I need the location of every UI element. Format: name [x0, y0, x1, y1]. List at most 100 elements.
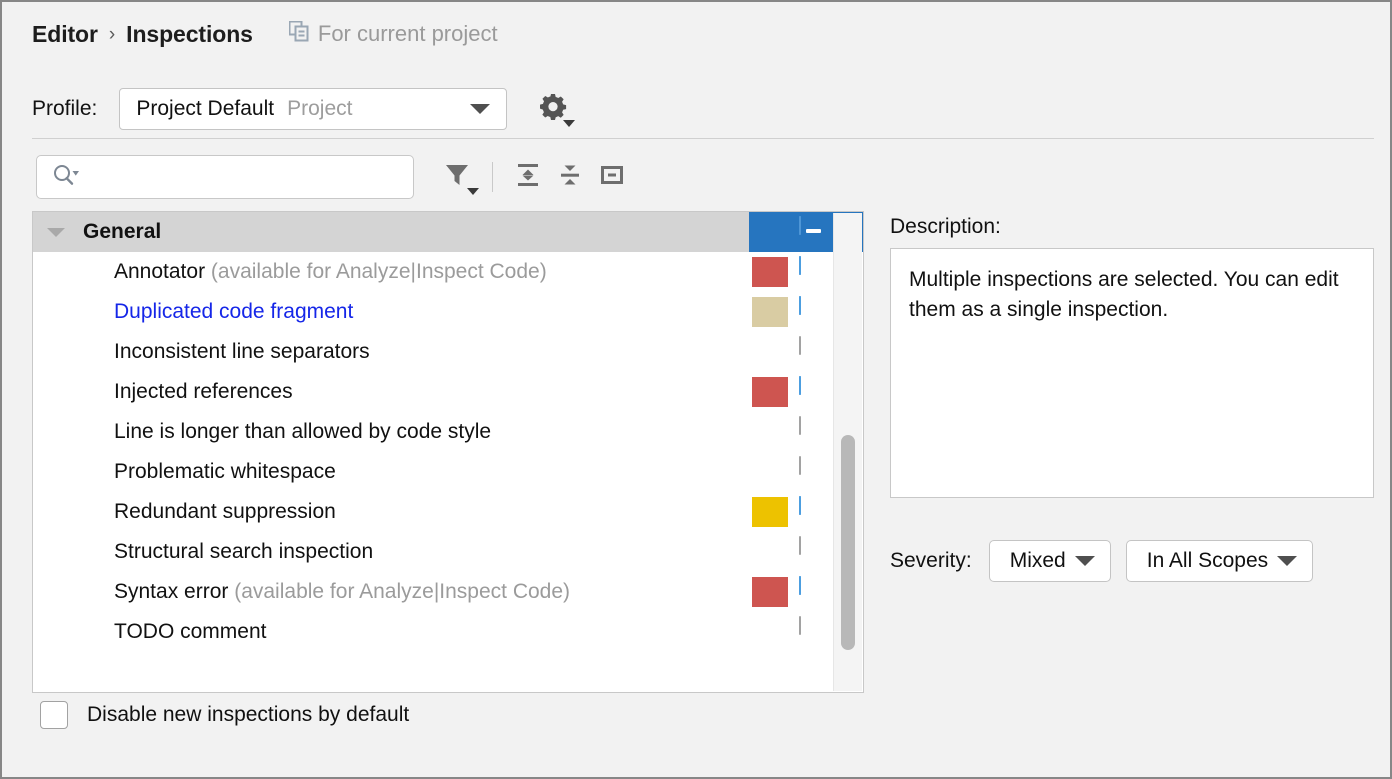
inspection-label: TODO comment — [114, 620, 266, 644]
description-text: Multiple inspections are selected. You c… — [909, 265, 1355, 326]
chevron-down-icon — [467, 188, 479, 195]
severity-color-cell[interactable] — [752, 577, 788, 607]
profile-row: Profile: Project Default Project — [32, 88, 573, 130]
severity-color-cell[interactable] — [752, 297, 788, 327]
checkbox-cell — [799, 457, 829, 487]
tree-row[interactable]: Line is longer than allowed by code styl… — [33, 412, 835, 452]
minus-box-icon — [597, 160, 627, 195]
inspections-toolbar — [36, 155, 633, 199]
tree-row[interactable]: Duplicated code fragment — [33, 292, 835, 332]
disable-new-inspections-row[interactable]: Disable new inspections by default — [40, 701, 409, 729]
profile-kind: Project — [287, 97, 352, 121]
collapse-all-icon — [555, 160, 585, 195]
expand-all-button[interactable] — [507, 156, 549, 198]
inspection-label: Problematic whitespace — [114, 460, 336, 484]
severity-swatch — [752, 377, 788, 407]
scope-combobox[interactable]: In All Scopes — [1126, 540, 1313, 582]
chevron-down-icon[interactable] — [47, 228, 65, 237]
profile-combobox[interactable]: Project Default Project — [119, 88, 507, 130]
tree-row[interactable]: Inconsistent line separators — [33, 332, 835, 372]
severity-color-cell[interactable] — [752, 377, 788, 407]
inspection-enabled-checkbox[interactable] — [799, 496, 801, 515]
checkbox-cell — [799, 217, 829, 247]
severity-color-cell[interactable] — [752, 257, 788, 287]
checkbox-cell — [799, 337, 829, 367]
tree-row[interactable]: Structural search inspection — [33, 532, 835, 572]
inspection-enabled-checkbox[interactable] — [799, 576, 801, 595]
tree-scrollbar[interactable] — [833, 213, 862, 691]
severity-color-cell[interactable] — [752, 497, 788, 527]
copy-icon — [289, 21, 309, 48]
filter-button[interactable] — [436, 156, 478, 198]
expand-all-icon — [513, 160, 543, 195]
tree-row[interactable]: Redundant suppression — [33, 492, 835, 532]
severity-swatch — [752, 257, 788, 287]
inspection-label: Duplicated code fragment — [114, 300, 353, 324]
toolbar-separator — [492, 162, 493, 192]
checkbox-cell — [799, 297, 829, 327]
breadcrumb-inspections[interactable]: Inspections — [126, 21, 253, 48]
severity-swatch — [752, 577, 788, 607]
breadcrumb-editor[interactable]: Editor — [32, 21, 98, 48]
search-field[interactable] — [36, 155, 414, 199]
inspection-label: Structural search inspection — [114, 540, 373, 564]
header-divider — [32, 138, 1374, 139]
inspection-enabled-checkbox[interactable] — [799, 256, 801, 275]
scope-hint-label: For current project — [318, 21, 498, 47]
checkbox-cell — [799, 537, 829, 567]
inspection-availability-note: (available for Analyze|Inspect Code) — [205, 260, 547, 283]
checkbox-cell — [799, 577, 829, 607]
disable-new-inspections-checkbox[interactable] — [40, 701, 68, 729]
chevron-down-icon — [563, 120, 575, 127]
chevron-down-icon — [470, 104, 490, 114]
search-icon[interactable] — [51, 163, 81, 192]
chevron-down-icon — [1075, 556, 1095, 566]
scope-value: In All Scopes — [1147, 549, 1268, 573]
profile-name: Project Default — [136, 97, 274, 121]
inspection-label: Line is longer than allowed by code styl… — [114, 420, 491, 444]
tree-group-row[interactable]: General — [33, 212, 835, 252]
inspection-label: Syntax error (available for Analyze|Insp… — [114, 580, 570, 604]
inspection-enabled-checkbox[interactable] — [799, 376, 801, 395]
checkbox-cell — [799, 417, 829, 447]
tree-row[interactable]: Annotator (available for Analyze|Inspect… — [33, 252, 835, 292]
profile-settings-button[interactable] — [533, 89, 573, 129]
inspection-label: Redundant suppression — [114, 500, 336, 524]
description-box: Multiple inspections are selected. You c… — [890, 248, 1374, 498]
disable-new-inspections-label: Disable new inspections by default — [87, 703, 409, 727]
inspections-settings-window: Editor › Inspections For current project… — [0, 0, 1392, 779]
tree-row[interactable]: Injected references — [33, 372, 835, 412]
inspection-enabled-checkbox[interactable] — [799, 416, 801, 435]
inspection-enabled-checkbox[interactable] — [799, 536, 801, 555]
severity-combobox[interactable]: Mixed — [989, 540, 1111, 582]
scope-hint: For current project — [289, 21, 498, 48]
checkbox-cell — [799, 617, 829, 647]
tree-row[interactable]: Syntax error (available for Analyze|Insp… — [33, 572, 835, 612]
inspection-label: Injected references — [114, 380, 293, 404]
breadcrumb: Editor › Inspections For current project — [32, 16, 498, 52]
tree-row[interactable]: TODO comment — [33, 612, 835, 652]
severity-row: Severity: Mixed In All Scopes — [890, 540, 1328, 582]
inspection-enabled-checkbox[interactable] — [799, 616, 801, 635]
severity-value: Mixed — [1010, 549, 1066, 573]
inspection-enabled-checkbox[interactable] — [799, 216, 801, 235]
inspection-label: Inconsistent line separators — [114, 340, 370, 364]
tree-group-label: General — [83, 220, 161, 244]
description-title: Description: — [890, 215, 1001, 239]
search-input[interactable] — [89, 165, 393, 189]
inspection-label: Annotator (available for Analyze|Inspect… — [114, 260, 547, 284]
inspection-enabled-checkbox[interactable] — [799, 456, 801, 475]
profile-label: Profile: — [32, 97, 97, 121]
tree-row[interactable]: Problematic whitespace — [33, 452, 835, 492]
tree-scrollbar-thumb[interactable] — [841, 435, 855, 650]
checkbox-cell — [799, 497, 829, 527]
inspections-tree-panel[interactable]: General Annotator (available for Analyze|… — [32, 211, 864, 693]
severity-swatch — [752, 297, 788, 327]
reset-button[interactable] — [591, 156, 633, 198]
inspection-enabled-checkbox[interactable] — [799, 296, 801, 315]
checkbox-cell — [799, 377, 829, 407]
severity-label: Severity: — [890, 549, 972, 573]
inspections-tree: General Annotator (available for Analyze|… — [33, 212, 835, 652]
collapse-all-button[interactable] — [549, 156, 591, 198]
inspection-enabled-checkbox[interactable] — [799, 336, 801, 355]
